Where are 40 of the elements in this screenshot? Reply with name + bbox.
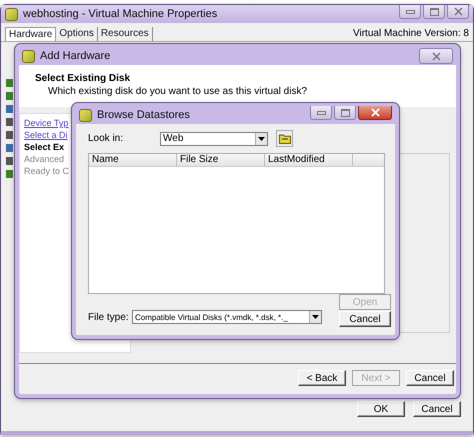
maximize-button[interactable] [423,5,445,19]
app-icon [79,108,92,122]
window-title: webhosting - Virtual Machine Properties [23,8,218,20]
file-type-dropdown[interactable]: Compatible Virtual Disks (*.vmdk, *.dsk, *._ [132,310,322,324]
step-link[interactable]: Select a Di [24,130,68,140]
close-icon [370,108,380,117]
folder-up-button[interactable] [276,130,293,147]
dialog-button[interactable]: OK [357,401,405,417]
dropdown-arrow-icon [312,315,319,319]
step-label: Ready to C [24,166,70,176]
step-link[interactable]: Device Typ [24,118,68,128]
column-header[interactable]: File Size [177,154,265,166]
dialog-button[interactable]: < Back [298,370,346,386]
tab[interactable]: Hardware [5,27,56,41]
dropdown-arrow-icon [258,136,265,140]
dialog-button[interactable]: Cancel [413,401,461,417]
dialog-button[interactable]: Cancel [406,370,454,386]
maximize-button[interactable] [334,106,356,120]
tab[interactable]: Options [56,27,98,41]
app-icon [5,8,18,20]
version-label: Virtual Machine Version: 8 [353,28,469,41]
look-in-dropdown[interactable]: Web [160,132,268,146]
minimize-button[interactable] [399,5,421,19]
app-icon [22,50,35,62]
step-label: Advanced [24,154,64,164]
step-description: Which existing disk do you want to use as this virtual disk? [47,86,308,97]
step-heading: Select Existing Disk [35,73,132,84]
look-in-label: Look in: [88,133,124,144]
close-button[interactable] [358,106,392,120]
close-icon [454,7,462,16]
file-type-label: File type: [88,312,130,322]
dialog-button[interactable]: Cancel [339,311,391,327]
close-icon [432,52,440,60]
column-header[interactable]: LastModified [265,154,353,166]
dialog-title: Add Hardware [40,50,110,62]
step-label: Select Ex [24,142,64,152]
column-header[interactable]: Name [89,154,177,166]
tab[interactable]: Resources [98,27,153,41]
dialog-title: Browse Datastores [97,109,190,121]
minimize-button[interactable] [310,106,332,120]
